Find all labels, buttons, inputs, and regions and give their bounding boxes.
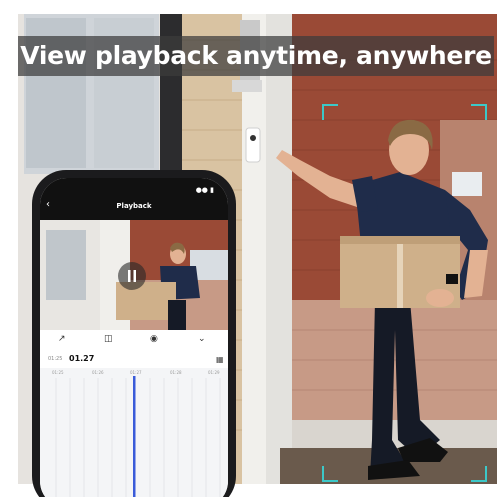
fullscreen-icon[interactable]: ↗ — [58, 334, 66, 344]
playback-controls: ↗ ◫ ◉ ⌄ — [40, 330, 228, 352]
app-title: Playback — [116, 202, 152, 210]
headline-banner: View playback anytime, anywhere — [20, 41, 492, 70]
wifi-battery-icon: ●● ▮ — [195, 186, 214, 194]
focus-corner-bottom-left — [322, 466, 338, 482]
time-prefix: 01:25 — [48, 356, 63, 362]
playback-video[interactable] — [40, 220, 228, 330]
phone-screen: ●● ▮ ‹ Playback ↗ ◫ ◉ ⌄ 01:25 01.27 ▦ 01… — [40, 178, 228, 497]
focus-corner-top-right — [471, 104, 487, 120]
focus-corner-bottom-right — [471, 466, 487, 482]
playback-timeline[interactable]: 01:25 01:26 01:27 01:28 01:29 — [40, 368, 228, 497]
current-time: 01.27 — [69, 354, 95, 363]
ad-stage: View playback anytime, anywhere ●● ▮ ‹ P… — [0, 0, 497, 497]
timeline-grid — [55, 376, 221, 497]
calendar-icon[interactable]: ▦ — [216, 355, 224, 364]
camera-icon[interactable]: ◉ — [150, 334, 158, 344]
time-readout: 01:25 01.27 ▦ — [40, 352, 228, 368]
app-header: ●● ▮ ‹ Playback — [40, 178, 228, 220]
timeline-cursor[interactable] — [133, 376, 136, 497]
chevron-down-icon[interactable]: ⌄ — [198, 334, 206, 344]
record-icon[interactable]: ◫ — [104, 334, 113, 344]
focus-corner-top-left — [322, 104, 338, 120]
